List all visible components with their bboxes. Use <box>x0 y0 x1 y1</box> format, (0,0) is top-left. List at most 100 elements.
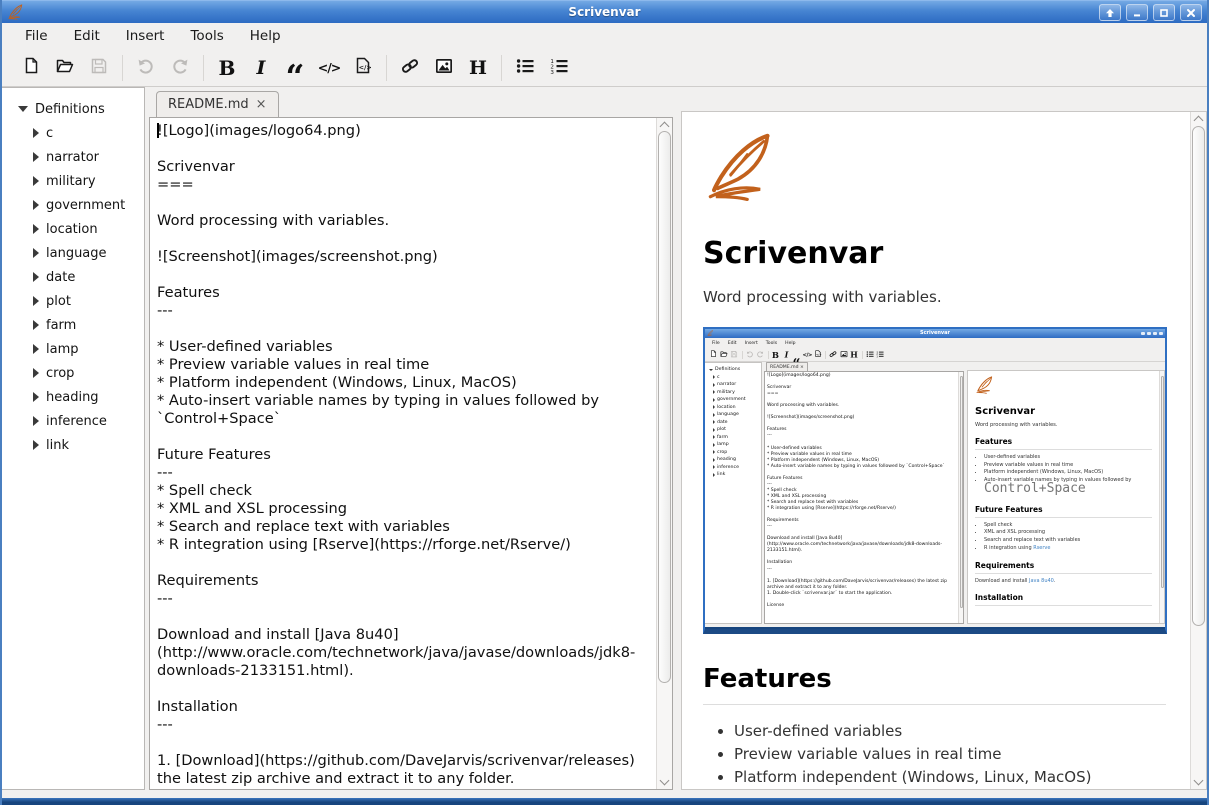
tree-item-military[interactable]: military <box>33 169 144 193</box>
scroll-down-icon[interactable] <box>1194 776 1204 786</box>
mini-tab-readme: README.md × <box>766 362 808 371</box>
definitions-panel: Definitions c narratormilitarygovernmentlo… <box>2 87 145 790</box>
preview-scroll-thumb[interactable] <box>1192 126 1205 626</box>
collapsed-triangle-icon[interactable] <box>33 128 39 138</box>
collapsed-triangle-icon[interactable] <box>33 272 39 282</box>
menu-insert[interactable]: Insert <box>113 24 178 48</box>
mini-definitions-panel: Definitionscnarratormilitarygovernmentlo… <box>705 362 762 624</box>
list-item: Platform independent (Windows, Linux, Ma… <box>734 766 1166 789</box>
collapsed-triangle-icon[interactable] <box>33 416 39 426</box>
titlebar[interactable]: Scrivenvar <box>2 0 1207 23</box>
collapsed-triangle-icon[interactable] <box>33 200 39 210</box>
tree-item-language[interactable]: language <box>33 241 144 265</box>
collapsed-triangle-icon[interactable] <box>33 248 39 258</box>
preview-bullet-list: User-defined variablesPreview variable v… <box>975 454 1152 496</box>
expanded-triangle-icon <box>709 369 713 371</box>
tree-item-heading: heading <box>713 456 761 464</box>
close-button[interactable] <box>1180 4 1202 21</box>
collapsed-triangle-icon[interactable] <box>33 320 39 330</box>
mini-control-icon <box>1141 332 1145 336</box>
tree-root-definitions[interactable]: Definitions <box>18 97 144 121</box>
heading-button[interactable]: H <box>464 53 492 83</box>
list-item: Spell check <box>984 522 1152 530</box>
collapsed-triangle-icon[interactable] <box>33 224 39 234</box>
editor-scrollbar[interactable] <box>656 118 672 789</box>
tab-close-icon[interactable]: × <box>256 97 267 112</box>
list-item: Platform independent (Windows, Linux, Ma… <box>984 469 1152 477</box>
insert-link-button[interactable] <box>396 53 424 83</box>
mini-app-window: ScrivenvarFileEditInsertToolsHelpBI“</><… <box>705 329 1165 629</box>
bulleted-list-button[interactable] <box>511 53 539 83</box>
mini-preview-panel: ScrivenvarWord processing with variables… <box>967 370 1165 624</box>
open-file-button[interactable] <box>51 53 79 83</box>
inline-code-button[interactable]: </> <box>315 53 343 83</box>
collapsed-triangle-icon[interactable] <box>33 152 39 162</box>
mini-editor-text: ![Logo](images/logo64.png) Scrivenvar ==… <box>765 372 955 623</box>
menu-file[interactable]: File <box>12 24 61 48</box>
menu-edit[interactable]: Edit <box>61 24 113 48</box>
tab-label: README.md <box>168 97 249 112</box>
tree-item-location[interactable]: location <box>33 217 144 241</box>
toolbar-separator <box>742 351 743 359</box>
preview-link[interactable]: Java 8u40 <box>1029 578 1054 584</box>
preview-heading-features: Features <box>703 664 1166 705</box>
menu-file: File <box>708 341 724 346</box>
collapsed-triangle-icon[interactable] <box>33 176 39 186</box>
tree-item-crop[interactable]: crop <box>33 361 144 385</box>
collapsed-triangle-icon <box>713 450 715 454</box>
collapsed-triangle-icon[interactable] <box>33 296 39 306</box>
menu-tools[interactable]: Tools <box>177 24 236 48</box>
scroll-down-icon[interactable] <box>660 776 670 786</box>
collapsed-triangle-icon[interactable] <box>33 344 39 354</box>
new-file-button[interactable] <box>17 53 45 83</box>
undo-button[interactable] <box>132 53 160 83</box>
tree-item-farm[interactable]: farm <box>33 313 144 337</box>
italic-button[interactable]: I <box>247 53 275 83</box>
tree-item-government[interactable]: government <box>33 193 144 217</box>
svg-text:</>: </> <box>359 64 371 72</box>
code-block-button[interactable]: </> <box>349 53 377 83</box>
blockquote-button[interactable]: “ <box>281 53 309 83</box>
tree-item-inference[interactable]: inference <box>33 409 144 433</box>
italic-icon: I <box>257 57 266 79</box>
maximize-button[interactable] <box>1153 4 1175 21</box>
tree-item-c[interactable]: c <box>33 121 144 145</box>
tree-item-label: plot <box>717 427 726 432</box>
numbered-list-button[interactable]: 123 <box>545 53 573 83</box>
bold-button[interactable]: B <box>213 53 241 83</box>
redo-button[interactable] <box>166 53 194 83</box>
preview-link[interactable]: Rserve <box>1033 545 1050 551</box>
menu-help[interactable]: Help <box>237 24 294 48</box>
mini-preview-scrollbar <box>1159 371 1164 623</box>
expanded-triangle-icon[interactable] <box>18 106 28 112</box>
tree-item-lamp[interactable]: lamp <box>33 337 144 361</box>
tree-item-date[interactable]: date <box>33 265 144 289</box>
list-item: XML and XSL processing <box>984 529 1152 537</box>
preview-paragraph: Download and install Java 8u40. <box>975 578 1152 584</box>
toolbar-separator <box>768 351 769 359</box>
preview-screenshot-image: ScrivenvarFileEditInsertToolsHelpBI“</><… <box>703 327 1167 634</box>
minimize-button[interactable] <box>1126 4 1148 21</box>
editor-scroll-thumb[interactable] <box>658 131 671 683</box>
open-file-icon <box>720 350 728 358</box>
preview-scrollbar[interactable] <box>1190 112 1206 789</box>
toolbar-separator <box>501 55 502 81</box>
tree-item-link[interactable]: link <box>33 433 144 457</box>
tree-item-plot[interactable]: plot <box>33 289 144 313</box>
collapsed-triangle-icon[interactable] <box>33 368 39 378</box>
scroll-up-icon[interactable] <box>1194 116 1204 126</box>
tab-readme[interactable]: README.md × <box>156 91 279 117</box>
blockquote-button: “ <box>792 349 803 361</box>
redo-icon <box>756 350 764 358</box>
editor-text[interactable]: ![Logo](images/logo64.png) Scrivenvar ==… <box>150 118 655 789</box>
shade-button[interactable] <box>1099 4 1121 21</box>
tree-item-heading[interactable]: heading <box>33 385 144 409</box>
undo-icon <box>746 350 754 358</box>
insert-image-button[interactable] <box>430 53 458 83</box>
tree-item-narrator[interactable]: narrator <box>33 145 144 169</box>
tree-item-label: c <box>46 126 53 141</box>
save-file-button[interactable] <box>85 53 113 83</box>
scroll-up-icon[interactable] <box>660 122 670 132</box>
collapsed-triangle-icon[interactable] <box>33 440 39 450</box>
collapsed-triangle-icon[interactable] <box>33 392 39 402</box>
